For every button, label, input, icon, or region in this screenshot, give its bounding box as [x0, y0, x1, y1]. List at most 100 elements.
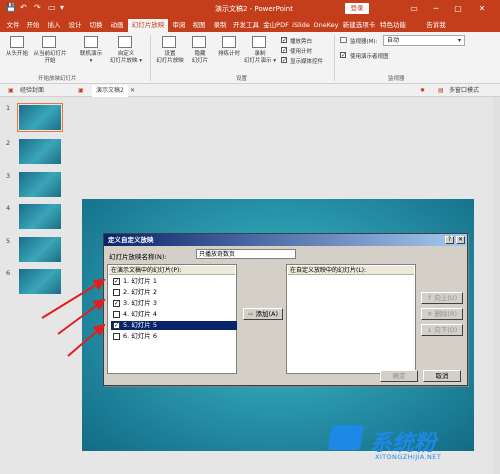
tab-new-tab[interactable]: 新建选项卡 — [342, 19, 376, 32]
tell-me-search[interactable]: 告诉我 — [424, 19, 448, 32]
customize-quick-access-icon[interactable]: ▾ — [60, 3, 64, 12]
from-current-button[interactable]: 从当前幻灯片 开始 — [30, 51, 70, 65]
custom-show-icon — [118, 36, 132, 48]
list-item[interactable]: 4. 幻灯片 4 — [111, 310, 237, 319]
from-start-icon — [10, 36, 24, 48]
from-current-label: 从当前幻灯片 — [33, 51, 67, 57]
close-icon[interactable]: ✕ — [474, 2, 490, 15]
custom-slide-show-button[interactable]: 自定义 幻灯片放映 ▾ — [106, 51, 146, 65]
slide-thumbnail[interactable] — [19, 204, 61, 229]
online-present-button[interactable]: 联机演示 ▾ — [74, 51, 108, 65]
slide-thumbnail[interactable] — [19, 269, 61, 294]
setup-show-label: 设置 — [164, 51, 176, 57]
show-media-controls-checkbox[interactable]: ✓ — [281, 57, 287, 64]
minimize-icon[interactable]: ─ — [428, 2, 444, 15]
undo-icon[interactable]: ↶ — [20, 3, 27, 12]
tab-developer[interactable]: 开发工具 — [232, 19, 260, 32]
multi-window-mode[interactable]: 多窗口模式 — [449, 85, 479, 97]
slide-thumbnail[interactable] — [19, 139, 61, 164]
list-item[interactable]: 2. 幻灯片 2 — [111, 288, 237, 297]
tab-design[interactable]: 设计 — [66, 19, 84, 32]
from-start-button[interactable]: 从头开始 — [2, 51, 32, 58]
hide-slide-button[interactable]: 隐藏 幻灯片 — [186, 51, 214, 65]
close-icon[interactable]: ✕ — [456, 236, 465, 244]
tab-home[interactable]: 开始 — [24, 19, 42, 32]
show-name-input[interactable]: 只播放奇数页 — [196, 249, 296, 259]
thumb-number: 4 — [6, 204, 11, 212]
slide-thumbnail[interactable] — [19, 237, 61, 262]
custom-show-slides-header: 在自定义放映中的幻灯片(L): — [288, 266, 414, 275]
maximize-icon[interactable]: ▢ — [450, 2, 466, 15]
close-tab-icon[interactable]: ✕ — [130, 85, 135, 97]
tab-record[interactable]: 录制 — [211, 19, 229, 32]
slide-label: 2. 幻灯片 2 — [123, 288, 157, 296]
vertical-scrollbar[interactable] — [493, 97, 500, 474]
presentation-slides-list[interactable]: 在演示文稿中的幻灯片(P): ✓ 1. 幻灯片 1 2. 幻灯片 2 ✓ 3. … — [107, 264, 237, 374]
slide-label: 6. 幻灯片 6 — [123, 332, 157, 340]
monitor-select[interactable]: 自动 ▾ — [383, 35, 465, 46]
slide-label: 4. 幻灯片 4 — [123, 310, 157, 318]
tab-review[interactable]: 审阅 — [170, 19, 188, 32]
thumb-number: 1 — [6, 104, 11, 112]
slide-checkbox[interactable] — [113, 311, 120, 318]
presentation-icon[interactable]: ▭ — [48, 3, 56, 12]
add-button-label: 添加(A) — [255, 310, 279, 318]
presenter-view-label: 使用演示者视图 — [350, 54, 389, 60]
slide-label: 5. 幻灯片 5 — [123, 321, 157, 329]
tab-insert[interactable]: 插入 — [45, 19, 63, 32]
tab-slide-show[interactable]: 幻灯片放映 — [128, 19, 168, 32]
settings-icon[interactable]: ✹ — [420, 85, 425, 97]
list-item[interactable]: ✓ 3. 幻灯片 3 — [111, 299, 237, 308]
watermark-site: XITONGZHIJIA.NET — [375, 453, 442, 461]
setup-show-label-2: 幻灯片放映 — [156, 58, 184, 64]
list-item[interactable]: ✓ 5. 幻灯片 5 — [111, 321, 237, 330]
tab-features[interactable]: 特色功能 — [379, 19, 407, 32]
monitor-select-value: 自动 — [387, 37, 400, 44]
redo-icon[interactable]: ↷ — [34, 3, 41, 12]
list-item[interactable]: ✓ 1. 幻灯片 1 — [111, 277, 237, 286]
online-present-icon — [84, 36, 98, 48]
doc-tab-cover[interactable]: 经验封面 — [20, 85, 44, 97]
add-button[interactable]: ⇨ 添加(A) — [243, 308, 283, 320]
from-current-label-2: 开始 — [44, 58, 56, 64]
tab-view[interactable]: 视图 — [190, 19, 208, 32]
slide-checkbox[interactable] — [113, 289, 120, 296]
watermark-logo-icon — [327, 425, 365, 450]
doc-tab-presentation2[interactable]: 演示文稿2 — [92, 85, 128, 97]
title-bar: 💾 ↶ ↷ ▭ ▾ 演示文稿2 - PowerPoint 登录 ▭ ─ ▢ ✕ — [0, 0, 500, 17]
slide-checkbox[interactable] — [113, 333, 120, 340]
slide-label: 3. 幻灯片 3 — [123, 299, 157, 307]
tab-file[interactable]: 文件 — [4, 19, 22, 32]
ribbon-display-icon[interactable]: ▭ — [406, 2, 422, 15]
slide-checkbox[interactable]: ✓ — [113, 278, 120, 285]
play-narrations-checkbox[interactable]: ✓ — [281, 37, 287, 44]
help-icon[interactable]: ? — [445, 236, 454, 244]
slide-checkbox[interactable]: ✓ — [113, 300, 120, 307]
tab-kingsoft-pdf[interactable]: 金山PDF — [262, 19, 290, 32]
custom-show-label-2: 幻灯片放映 ▾ — [109, 58, 142, 64]
record-slideshow-button[interactable]: 录制 幻灯片演示 ▾ — [240, 51, 280, 65]
dialog-title: 定义自定义放映 — [104, 234, 467, 246]
login-button[interactable]: 登录 — [345, 3, 369, 14]
move-up-button[interactable]: ↑ 向上(U) — [421, 292, 463, 304]
delete-button[interactable]: ✕ 删除(R) — [421, 308, 463, 320]
monitor-icon — [340, 37, 347, 43]
save-icon[interactable]: 💾 — [6, 3, 16, 12]
tab-transitions[interactable]: 切换 — [87, 19, 105, 32]
slide-thumbnail[interactable] — [19, 172, 61, 197]
move-down-button[interactable]: ↓ 向下(D) — [421, 324, 463, 336]
ok-button[interactable]: 确定 — [380, 370, 418, 382]
list-item[interactable]: 6. 幻灯片 6 — [111, 332, 237, 341]
slide-thumbnail[interactable] — [17, 103, 63, 132]
slide-checkbox[interactable]: ✓ — [113, 322, 120, 329]
tab-islide[interactable]: iSlide — [292, 19, 310, 32]
cancel-button[interactable]: 取消 — [423, 370, 461, 382]
tab-animations[interactable]: 动画 — [108, 19, 126, 32]
use-timings-checkbox[interactable]: ✓ — [281, 47, 287, 54]
presenter-view-checkbox[interactable]: ✓ — [340, 52, 346, 59]
setup-show-button[interactable]: 设置 幻灯片放映 — [152, 51, 188, 65]
window-icon: ▤ — [438, 87, 444, 94]
custom-show-slides-list[interactable]: 在自定义放映中的幻灯片(L): — [286, 264, 416, 374]
tab-onekey[interactable]: OneKey — [313, 19, 339, 32]
up-arrow-icon: ↑ — [426, 294, 433, 302]
